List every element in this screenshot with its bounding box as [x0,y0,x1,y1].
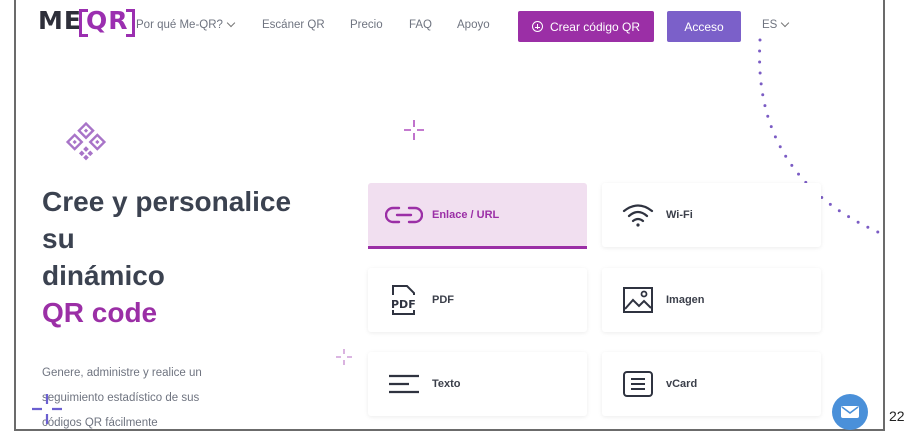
chevron-down-icon [781,18,790,28]
card-label: PDF [432,294,454,306]
hero-heading: Cree y personalice su dinámico QR code [42,183,291,331]
logo[interactable]: ME QR [38,6,132,35]
image-icon [623,287,653,313]
card-label: Texto [432,378,461,390]
logo-qr-text: QR [82,6,133,35]
card-vcard[interactable]: vCard [602,352,821,416]
pdf-icon: PDF [391,285,416,315]
nav-why-meqr[interactable]: Por qué Me-QR? [136,18,236,31]
card-image[interactable]: Imagen [602,268,821,332]
subtitle-line-3: códigos QR fácilmente [42,417,158,429]
language-selector[interactable]: ES [762,18,790,31]
hero-line-3: dinámico [42,260,165,291]
sparkle-icon [336,349,352,365]
logo-me-text: ME [38,6,82,35]
chevron-down-icon [226,18,236,28]
nav-faq[interactable]: FAQ [409,19,432,31]
sparkle-icon [404,120,424,140]
create-qr-button[interactable]: Crear código QR [518,11,654,42]
nav-pricing[interactable]: Precio [350,19,383,31]
hero-subtitle: Genere, administre y realice un seguimie… [42,361,262,429]
subtitle-line-1: Genere, administre y realice un [42,367,202,379]
nav-support[interactable]: Apoyo [457,19,490,31]
plus-circle-icon [531,21,543,32]
link-icon [385,206,423,224]
create-qr-label: Crear código QR [549,19,641,34]
hero-line-1: Cree y personalice [42,186,292,217]
top-navigation: ME QR Por qué Me-QR? Escáner QR Precio FA… [16,0,883,50]
qr-code-icon [65,121,107,161]
nav-qr-scanner[interactable]: Escáner QR [262,19,325,31]
page-number: 22 [889,408,905,424]
card-pdf[interactable]: PDF PDF [368,268,587,332]
page-frame: ME QR Por qué Me-QR? Escáner QR Precio FA… [14,0,885,431]
card-label: vCard [666,378,698,390]
language-label: ES [762,19,778,31]
card-label: Imagen [666,294,705,306]
subtitle-line-2: seguimiento estadístico de sus [42,392,200,404]
vcard-icon [623,371,653,397]
svg-text:PDF: PDF [391,298,416,311]
wifi-icon [622,204,654,227]
card-label: Enlace / URL [432,209,500,221]
sparkle-icon [32,394,62,424]
card-link-url[interactable]: Enlace / URL [368,183,587,249]
nav-why-meqr-label: Por qué Me-QR? [136,19,223,31]
card-label: Wi-Fi [666,209,693,221]
hero-line-2: su [42,223,75,254]
chat-button[interactable] [832,394,868,430]
hero-line-4: QR code [42,297,158,328]
login-button[interactable]: Acceso [667,11,741,42]
card-wifi[interactable]: Wi-Fi [602,183,821,247]
text-icon [389,374,419,394]
mail-icon [841,406,859,418]
card-text[interactable]: Texto [368,352,587,416]
